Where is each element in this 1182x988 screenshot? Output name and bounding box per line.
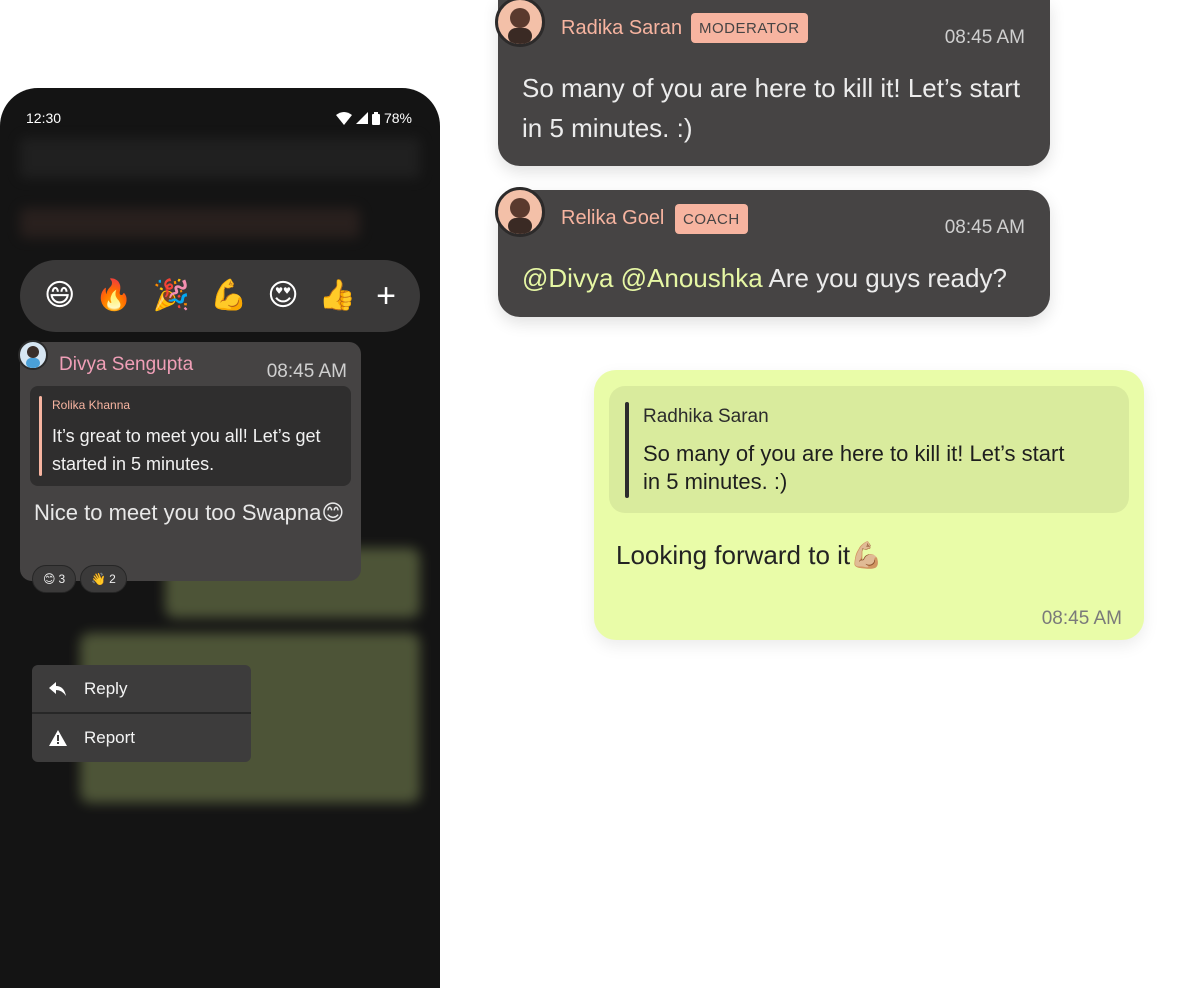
- role-badge: COACH: [675, 204, 748, 234]
- reaction-heart-eyes[interactable]: 😍: [267, 281, 298, 311]
- message-card-moderator[interactable]: Radika Saran MODERATOR 08:45 AM So many …: [495, 0, 1050, 166]
- menu-item-label: Report: [84, 728, 136, 747]
- sender-name: Radika Saran: [561, 17, 683, 39]
- reaction-grinning[interactable]: 😄: [44, 281, 75, 311]
- focused-message[interactable]: Divya Sengupta 08:45 AM Rolika Khanna It…: [18, 340, 361, 581]
- menu-item-reply[interactable]: Reply: [32, 665, 251, 713]
- message-time: 08:45 AM: [944, 27, 1025, 48]
- quoted-sender: Rolika Khanna: [52, 398, 131, 412]
- warning-icon: [32, 730, 84, 746]
- blurred-row: [20, 208, 360, 238]
- reaction-fire[interactable]: 🔥: [95, 281, 132, 311]
- reply-icon: [32, 682, 84, 696]
- reaction-thumbs-up[interactable]: 👍: [319, 281, 356, 311]
- message-text: So many of you are here to kill it! Let’…: [522, 73, 1021, 143]
- quoted-text: So many of you are here to kill it! Let’…: [643, 441, 1065, 494]
- blurred-header: [20, 138, 420, 178]
- signal-icon: [355, 112, 368, 124]
- wifi-icon: [335, 111, 352, 125]
- message-text: @Divya @Anoushka Are you guys ready?: [522, 258, 1007, 298]
- message-time: 08:45 AM: [944, 217, 1025, 238]
- message-reactions: 😊 3 👋 2: [32, 565, 127, 593]
- reaction-muscle[interactable]: 💪: [210, 281, 247, 311]
- reaction-party[interactable]: 🎉: [153, 281, 190, 311]
- add-reaction-button[interactable]: +: [376, 279, 396, 313]
- message-time: 08:45 AM: [1041, 608, 1122, 629]
- quoted-message[interactable]: Rolika Khanna It’s great to meet you all…: [30, 386, 351, 486]
- role-badge: MODERATOR: [691, 13, 808, 43]
- reaction-emoji: 👋: [91, 572, 107, 586]
- reaction-pill[interactable]: 😊 3: [32, 565, 77, 593]
- quoted-text: It’s great to meet you all! Let’s get st…: [52, 426, 321, 474]
- reaction-pill[interactable]: 👋 2: [80, 565, 127, 593]
- quoted-message[interactable]: Radhika Saran So many of you are here to…: [609, 386, 1129, 513]
- menu-item-label: Reply: [84, 679, 128, 698]
- message-body: Looking forward to it💪🏼: [616, 540, 883, 570]
- reaction-count: 3: [58, 572, 66, 586]
- avatar: [495, 0, 545, 47]
- avatar: [18, 340, 48, 370]
- reaction-count: 2: [109, 572, 116, 586]
- status-icons: 78%: [335, 110, 412, 126]
- message-time: 08:45 AM: [266, 361, 347, 382]
- mentions[interactable]: @Divya @Anoushka: [522, 263, 763, 293]
- status-bar: 12:30 78%: [26, 108, 412, 130]
- my-reply-message[interactable]: Radhika Saran So many of you are here to…: [594, 370, 1144, 640]
- avatar: [495, 187, 545, 237]
- sender-name: Relika Goel: [561, 207, 665, 229]
- quoted-sender: Radhika Saran: [643, 406, 769, 427]
- battery-percent: 78%: [383, 110, 412, 126]
- message-card-coach[interactable]: Relika Goel COACH 08:45 AM @Divya @Anous…: [495, 187, 1050, 317]
- status-time: 12:30: [26, 110, 62, 126]
- phone-screen: 12:30 78% 😄 🔥 🎉 💪 😍 👍 + Divya Sengupta 0…: [0, 88, 440, 988]
- context-menu: Reply Report: [32, 665, 251, 762]
- sender-name: Divya Sengupta: [59, 354, 194, 375]
- quote-bar: [625, 402, 629, 498]
- reaction-emoji: 😊: [43, 572, 56, 586]
- message-body: Nice to meet you too Swapna😊: [34, 500, 345, 525]
- battery-icon: [371, 111, 380, 125]
- menu-item-report[interactable]: Report: [32, 714, 251, 762]
- quote-bar: [39, 396, 42, 476]
- reaction-picker: 😄 🔥 🎉 💪 😍 👍 +: [20, 260, 420, 332]
- message-text-rest: Are you guys ready?: [762, 263, 1007, 293]
